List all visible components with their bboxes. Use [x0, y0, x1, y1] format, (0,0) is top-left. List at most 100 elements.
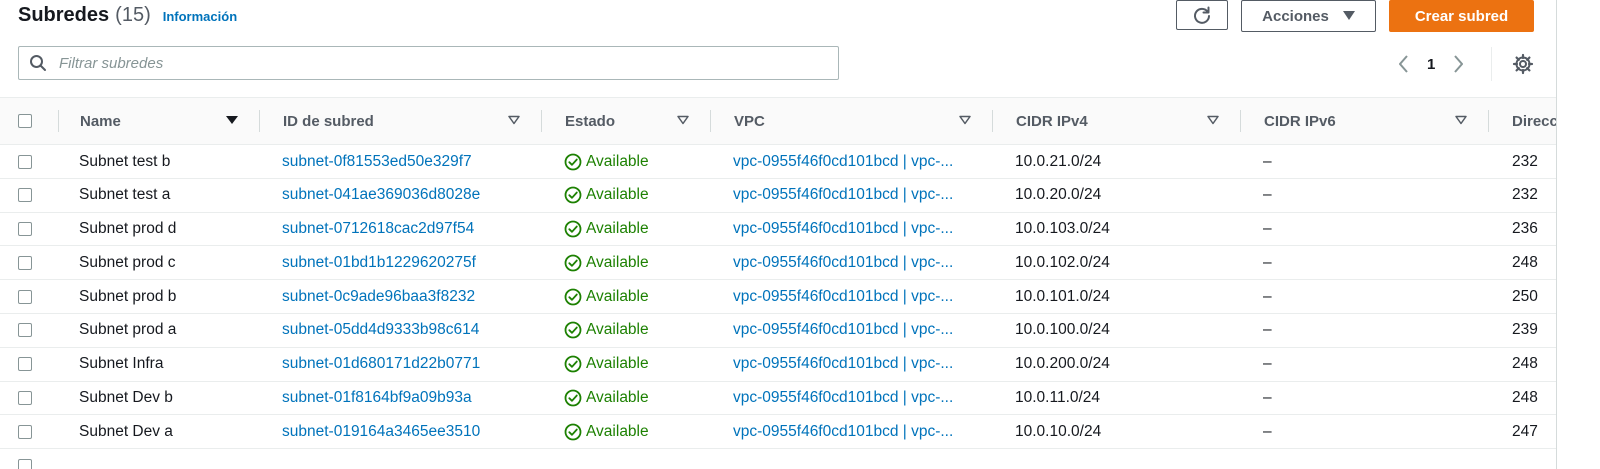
column-header-vpc[interactable]: VPC — [734, 98, 984, 144]
row-checkbox[interactable] — [18, 424, 32, 439]
status-label: Available — [586, 287, 649, 305]
row-checkbox[interactable] — [18, 255, 32, 270]
available-addresses-value: 236 — [1512, 220, 1538, 238]
subnet-id-link[interactable]: subnet-0f81553ed50e329f7 — [282, 145, 537, 178]
actions-dropdown-button[interactable]: Acciones — [1241, 0, 1376, 32]
column-header-cidr-ipv4[interactable]: CIDR IPv4 — [1016, 98, 1236, 144]
sort-icon — [1455, 115, 1467, 125]
table-row[interactable]: Subnet Infra subnet-01d680171d22b0771 Av… — [0, 348, 1557, 382]
subnet-status — [564, 449, 704, 469]
chevron-left-icon — [1399, 55, 1408, 73]
subnet-status: Available — [564, 415, 704, 448]
cidr-ipv6-value: – — [1263, 321, 1272, 339]
refresh-button[interactable] — [1176, 0, 1228, 30]
table-body: Subnet test b subnet-0f81553ed50e329f7 A… — [0, 145, 1557, 469]
column-separator — [1240, 110, 1241, 132]
row-checkbox[interactable] — [18, 289, 32, 304]
column-header-cidr-ipv6-label: CIDR IPv6 — [1264, 112, 1336, 130]
row-select-cell — [18, 382, 32, 415]
vpc-link[interactable]: vpc-0955f46f0cd101bcd | vpc-... — [733, 415, 971, 448]
column-header-cidr-ipv4-label: CIDR IPv4 — [1016, 112, 1088, 130]
column-header-vpc-label: VPC — [734, 112, 765, 130]
vpc-link[interactable]: vpc-0955f46f0cd101bcd | vpc-... — [733, 145, 971, 178]
column-header-name[interactable]: Name — [80, 98, 250, 144]
subnet-id-link[interactable]: subnet-0712618cac2d97f54 — [282, 213, 537, 246]
cidr-ipv4-value: 10.0.11.0/24 — [1015, 389, 1101, 407]
vpc-link[interactable]: vpc-0955f46f0cd101bcd | vpc-... — [733, 382, 971, 415]
subnet-id-link[interactable]: subnet-01f8164bf9a09b93a — [282, 382, 537, 415]
vpc-link[interactable]: vpc-0955f46f0cd101bcd | vpc-... — [733, 314, 971, 347]
column-header-cidr-ipv6[interactable]: CIDR IPv6 — [1264, 98, 1484, 144]
create-subnet-button[interactable]: Crear subred — [1389, 0, 1534, 32]
column-separator — [710, 110, 711, 132]
subnet-name — [79, 449, 254, 469]
current-page-number[interactable]: 1 — [1427, 56, 1435, 73]
subnet-id-link[interactable]: subnet-019164a3465ee3510 — [282, 415, 537, 448]
vpc-link[interactable]: vpc-0955f46f0cd101bcd | vpc-... — [733, 246, 971, 279]
vpc-link[interactable]: vpc-0955f46f0cd101bcd | vpc-... — [733, 280, 971, 313]
row-checkbox[interactable] — [18, 222, 32, 237]
subnet-id-link[interactable]: subnet-05dd4d9333b98c614 — [282, 314, 537, 347]
pagination-divider — [1491, 47, 1492, 81]
filter-subnets-input[interactable] — [57, 53, 821, 73]
status-label: Available — [586, 220, 649, 238]
cidr-ipv6-value: – — [1263, 186, 1272, 204]
available-addresses-value: 250 — [1512, 287, 1538, 305]
status-available-icon — [564, 389, 582, 407]
table-row[interactable]: Subnet test b subnet-0f81553ed50e329f7 A… — [0, 145, 1557, 179]
cidr-ipv6-value: – — [1263, 422, 1272, 440]
column-header-state[interactable]: Estado — [565, 98, 695, 144]
row-checkbox[interactable] — [18, 154, 32, 169]
subnet-id-link[interactable]: subnet-01bd1b1229620275f — [282, 246, 537, 279]
table-row[interactable]: Subnet prod c subnet-01bd1b1229620275f A… — [0, 246, 1557, 281]
status-available-icon — [564, 322, 582, 339]
column-header-name-label: Name — [80, 112, 121, 130]
select-all-checkbox[interactable] — [18, 114, 32, 128]
table-row[interactable]: Subnet prod a subnet-05dd4d9333b98c614 A… — [0, 314, 1557, 348]
subnet-count: (15) — [115, 4, 151, 26]
cidr-ipv6-value: – — [1263, 355, 1272, 373]
status-available-icon — [564, 254, 582, 272]
status-available-icon — [564, 186, 582, 204]
table-row[interactable]: Subnet test a subnet-041ae369036d8028e A… — [0, 179, 1557, 213]
table-row[interactable]: Subnet prod d subnet-0712618cac2d97f54 A… — [0, 213, 1557, 247]
subnet-status: Available — [564, 314, 704, 347]
vpc-link[interactable]: vpc-0955f46f0cd101bcd | vpc-... — [733, 213, 971, 246]
cidr-ipv6-value: – — [1263, 253, 1272, 271]
status-label: Available — [586, 253, 649, 271]
table-row[interactable]: Subnet prod b subnet-0c9ade96baa3f8232 A… — [0, 280, 1557, 314]
column-header-subnet-id[interactable]: ID de subred — [283, 98, 523, 144]
create-subnet-label: Crear subred — [1414, 7, 1509, 25]
info-link[interactable]: Información — [163, 9, 237, 24]
filter-subnets-field[interactable] — [18, 46, 839, 80]
search-icon — [29, 54, 47, 72]
table-header: Name ID de subred Estado VPC CIDR IPv4 C… — [0, 97, 1557, 145]
vpc-link[interactable]: vpc-0955f46f0cd101bcd | vpc-... — [733, 348, 971, 381]
row-checkbox[interactable] — [18, 323, 32, 338]
row-checkbox[interactable] — [18, 458, 32, 469]
status-label: Available — [586, 422, 649, 440]
row-checkbox[interactable] — [18, 391, 32, 406]
table-row[interactable] — [0, 449, 1557, 469]
subnet-name: Subnet prod c — [79, 253, 176, 271]
subnet-id-link[interactable]: subnet-0c9ade96baa3f8232 — [282, 280, 537, 313]
cidr-ipv6-value: – — [1263, 287, 1272, 305]
cidr-ipv4-value: 10.0.100.0/24 — [1015, 321, 1110, 339]
row-select-cell — [18, 213, 32, 246]
table-row[interactable]: Subnet Dev a subnet-019164a3465ee3510 Av… — [0, 415, 1557, 450]
cidr-ipv4-value — [1015, 449, 1235, 469]
subnet-status: Available — [564, 246, 704, 279]
subnet-id-link[interactable] — [282, 449, 537, 469]
column-header-addresses[interactable]: Direcc — [1512, 98, 1556, 144]
vpc-link[interactable]: vpc-0955f46f0cd101bcd | vpc-... — [733, 179, 971, 212]
preferences-button[interactable] — [1510, 51, 1536, 77]
subnet-id-link[interactable]: subnet-01d680171d22b0771 — [282, 348, 537, 381]
next-page-button[interactable] — [1447, 52, 1469, 76]
refresh-icon — [1194, 6, 1210, 24]
row-checkbox[interactable] — [18, 188, 32, 203]
previous-page-button[interactable] — [1393, 52, 1415, 76]
table-row[interactable]: Subnet Dev b subnet-01f8164bf9a09b93a Av… — [0, 382, 1557, 416]
row-checkbox[interactable] — [18, 357, 32, 372]
subnet-id-link[interactable]: subnet-041ae369036d8028e — [282, 179, 537, 212]
vpc-link[interactable] — [733, 449, 971, 469]
